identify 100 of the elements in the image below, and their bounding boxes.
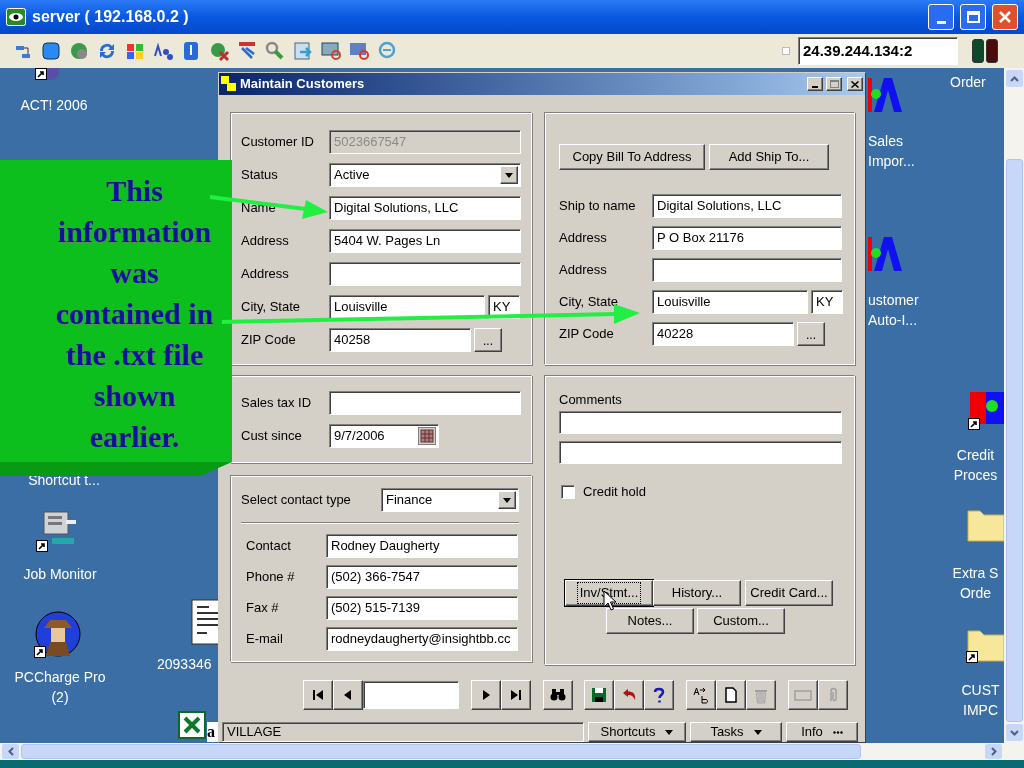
text-field[interactable]: rodneydaugherty@insightbb.cc — [326, 627, 518, 651]
status-dropdown[interactable]: Active — [329, 163, 521, 187]
window-title: Maintain Customers — [240, 75, 365, 94]
window-title: server ( 192.168.0.2 ) — [32, 7, 189, 27]
address-button[interactable]: Add Ship To... — [709, 144, 829, 170]
address-field[interactable]: 24.39.244.134:2 — [798, 37, 958, 65]
action-button[interactable]: History... — [653, 580, 741, 606]
comment-field[interactable] — [559, 411, 842, 434]
menu-button[interactable]: Shortcuts — [588, 722, 686, 742]
text-field[interactable]: Digital Solutions, LLC — [652, 194, 842, 218]
action-button[interactable]: Credit Card... — [745, 580, 833, 606]
field-label: Customer ID — [241, 134, 314, 150]
next-record-button[interactable] — [471, 680, 501, 710]
desktop-shortcut-icon[interactable] — [178, 711, 206, 739]
minimize-button[interactable] — [807, 77, 823, 91]
text-field[interactable]: P O Box 21176 — [652, 226, 842, 250]
field-label: ZIP Code — [559, 326, 614, 342]
scroll-left-button[interactable] — [2, 744, 19, 759]
desktop-icon-label: Shortcut t... — [27, 471, 101, 490]
undo-button[interactable] — [614, 680, 644, 710]
text-field[interactable]: Rodney Daugherty — [326, 534, 518, 558]
field-label: Address — [559, 262, 607, 278]
lookup-button[interactable]: ... — [474, 328, 502, 352]
field-label: City, State — [241, 299, 300, 315]
desktop-shortcut-icon[interactable] — [35, 68, 59, 80]
save-icon — [590, 686, 608, 704]
help-button[interactable] — [644, 680, 674, 710]
text-field[interactable]: 40228 — [652, 322, 794, 346]
scroll-thumb[interactable] — [21, 744, 861, 759]
find-button[interactable] — [543, 680, 573, 710]
address-button[interactable]: Copy Bill To Address — [559, 144, 705, 170]
screen-target-icon[interactable] — [348, 40, 370, 62]
desktop-icon-label: Sales — [868, 132, 905, 151]
contact-type-dropdown[interactable]: Finance — [381, 488, 519, 512]
desktop-shortcut-icon[interactable] — [188, 598, 218, 646]
desktop-icon-label: PCCharge Pro — [13, 668, 107, 687]
desktop-icon-label: IMPC — [962, 701, 999, 720]
horizontal-scrollbar[interactable] — [0, 743, 1024, 760]
lookup-button[interactable]: ... — [797, 322, 825, 346]
close-icon — [999, 11, 1011, 23]
eye-icon — [6, 8, 26, 26]
search-icon[interactable] — [264, 40, 286, 62]
text-field[interactable]: 5404 W. Pages Ln — [329, 229, 521, 253]
spell-button[interactable] — [686, 680, 716, 710]
cartoon-figure-icon — [34, 610, 82, 658]
scroll-thumb[interactable] — [1005, 159, 1023, 722]
text-field[interactable]: Digital Solutions, LLC — [329, 196, 521, 220]
menu-button[interactable]: Tasks — [690, 722, 782, 742]
field-label: Cust since — [241, 428, 302, 444]
field-label: Select contact type — [241, 491, 351, 510]
text-field[interactable]: (502) 515-7139 — [326, 596, 518, 620]
text-field[interactable]: 40258 — [329, 328, 471, 352]
previous-record-button[interactable] — [333, 680, 363, 710]
window-icon[interactable] — [40, 40, 62, 62]
text-field[interactable]: Louisville — [329, 295, 485, 319]
vertical-scrollbar[interactable] — [1004, 68, 1024, 743]
maximize-button[interactable] — [826, 77, 842, 91]
action-button[interactable]: Notes... — [606, 608, 694, 634]
field-label: ZIP Code — [241, 332, 296, 348]
date-value: 9/7/2006 — [334, 427, 385, 446]
scroll-down-button[interactable] — [1005, 724, 1023, 741]
spreadsheet-icon — [178, 711, 206, 739]
text-field[interactable]: Louisville — [652, 290, 808, 314]
field-label: Name — [241, 200, 276, 216]
dropdown-arrow-icon — [753, 729, 762, 735]
text-field[interactable]: (502) 366-7547 — [326, 565, 518, 589]
record-field[interactable] — [363, 681, 459, 709]
calendar-icon[interactable] — [418, 427, 436, 445]
dropdown-arrow-button[interactable] — [498, 491, 516, 509]
menu-button[interactable]: Info — [786, 722, 858, 742]
desktop-icon-label: ustomer — [868, 291, 920, 310]
text-field[interactable] — [652, 258, 842, 282]
credit-hold-checkbox[interactable] — [561, 484, 575, 499]
action-button[interactable]: Custom... — [697, 608, 785, 634]
dropdown-arrow-button[interactable] — [500, 166, 518, 184]
field-label: Status — [241, 167, 278, 183]
last-record-button[interactable] — [501, 680, 531, 710]
triangle-icon — [509, 688, 523, 702]
close-button[interactable] — [847, 77, 863, 91]
text-field[interactable] — [329, 391, 521, 415]
screen-target-icon[interactable] — [320, 40, 342, 62]
new-button[interactable] — [716, 680, 746, 710]
scroll-right-button[interactable] — [985, 744, 1002, 759]
action-button[interactable]: Inv/Stmt... — [565, 580, 653, 606]
maximize-button[interactable] — [960, 4, 986, 30]
save-button[interactable] — [584, 680, 614, 710]
date-field[interactable]: 9/7/2006 — [329, 424, 439, 448]
disconnect-icon[interactable] — [208, 40, 230, 62]
text-field[interactable] — [329, 262, 521, 286]
scroll-up-button[interactable] — [1005, 70, 1023, 87]
shortcut-arrow-icon — [35, 68, 47, 80]
state-field[interactable]: KY — [811, 290, 843, 314]
comment-field[interactable] — [559, 441, 842, 464]
close-icon — [851, 80, 859, 88]
globe-icon[interactable] — [68, 40, 90, 62]
shortcut-arrow-icon — [966, 651, 978, 663]
desktop-shortcut-icon[interactable] — [34, 610, 82, 658]
first-record-button[interactable] — [303, 680, 333, 710]
shortcut-arrow-icon — [968, 418, 980, 430]
desktop-icon-label: Proces — [952, 466, 999, 485]
